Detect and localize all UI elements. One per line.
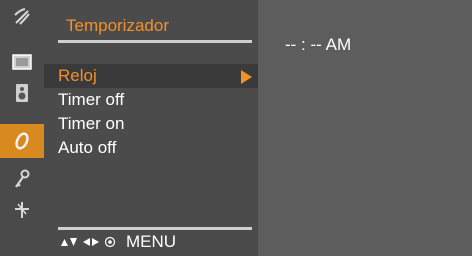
title-divider — [58, 40, 252, 43]
category-icon-column — [0, 0, 44, 256]
menu-item-timer-off[interactable]: Timer off — [44, 88, 258, 112]
menu-item-label: Timer off — [58, 90, 125, 109]
menu-panel: Temporizador Reloj Timer off Timer on Au… — [44, 0, 258, 256]
menu-title: Temporizador — [66, 16, 169, 35]
clock-timer-icon[interactable] — [0, 124, 44, 158]
footer-divider — [58, 227, 252, 230]
ok-dot-icon — [104, 236, 116, 248]
key-icon[interactable] — [0, 165, 44, 195]
left-right-arrows-icon — [83, 238, 99, 246]
up-down-arrows-icon — [61, 238, 77, 246]
menu-item-reloj[interactable]: Reloj — [44, 64, 258, 88]
clock-value: -- : -- AM — [285, 35, 352, 54]
menu-item-label: Reloj — [58, 66, 97, 85]
value-area: -- : -- AM — [258, 0, 472, 256]
navigation-hint: MENU — [60, 232, 176, 252]
menu-item-label: Timer on — [58, 114, 125, 133]
menu-item-timer-on[interactable]: Timer on — [44, 112, 258, 136]
menu-item-label: Auto off — [58, 138, 117, 157]
picture-icon[interactable] — [0, 47, 44, 77]
satellite-dish-icon[interactable] — [0, 2, 44, 32]
menu-button-label: MENU — [126, 232, 177, 251]
tools-icon[interactable] — [0, 195, 44, 225]
menu-list: Reloj Timer off Timer on Auto off — [44, 64, 258, 160]
menu-item-auto-off[interactable]: Auto off — [44, 136, 258, 160]
osd-screen: Temporizador Reloj Timer off Timer on Au… — [0, 0, 472, 256]
submenu-arrow-icon — [241, 70, 252, 84]
speaker-icon[interactable] — [0, 78, 44, 108]
